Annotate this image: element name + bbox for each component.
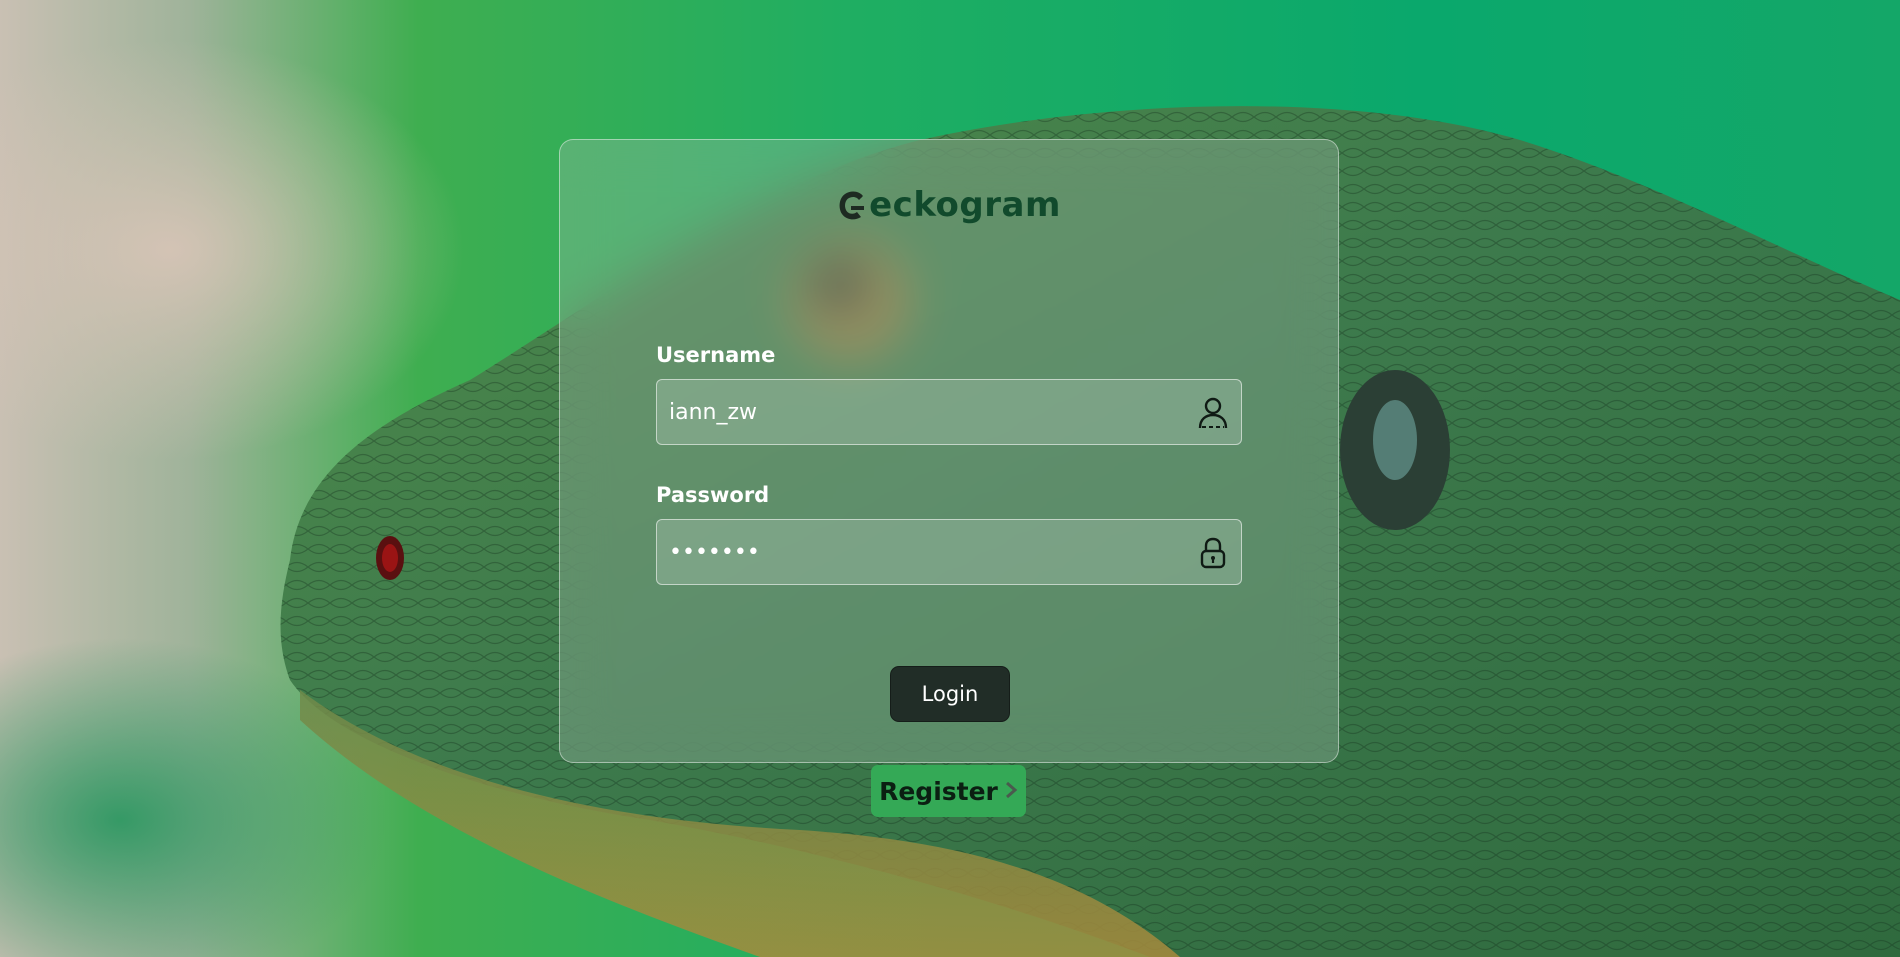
register-button[interactable]: Register bbox=[871, 765, 1026, 817]
chevron-right-icon bbox=[1004, 777, 1018, 806]
password-field[interactable] bbox=[656, 519, 1242, 585]
user-icon bbox=[1197, 396, 1229, 430]
gecko-logo-icon bbox=[837, 188, 867, 231]
username-field[interactable] bbox=[656, 379, 1242, 445]
app-logo: eckogram bbox=[560, 185, 1338, 231]
login-card: eckogram Username Password bbox=[559, 139, 1339, 763]
register-label: Register bbox=[879, 776, 998, 806]
password-label: Password bbox=[656, 483, 770, 507]
username-input[interactable] bbox=[669, 380, 1169, 444]
password-input[interactable] bbox=[669, 520, 1169, 584]
login-page: eckogram Username Password bbox=[0, 0, 1900, 957]
login-button[interactable]: Login bbox=[890, 666, 1010, 722]
username-label: Username bbox=[656, 343, 776, 367]
app-brand-name: eckogram bbox=[869, 185, 1061, 225]
lock-icon bbox=[1197, 536, 1229, 570]
